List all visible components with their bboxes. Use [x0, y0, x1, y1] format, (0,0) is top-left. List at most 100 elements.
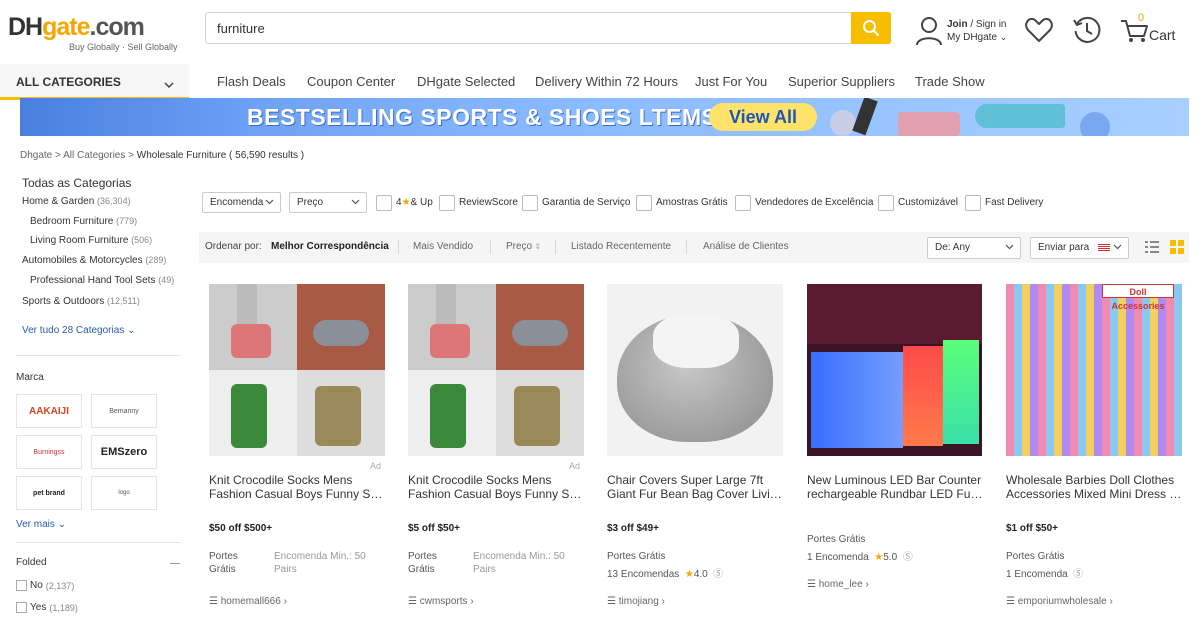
nav-just-for-you[interactable]: Just For You: [695, 74, 767, 89]
shipping-info: Portes Grátis: [209, 550, 238, 576]
category-home-garden[interactable]: Home & Garden (36,304): [22, 196, 131, 207]
sort-reviews[interactable]: Análise de Clientes: [703, 241, 789, 252]
store-link[interactable]: ☰ cwmsports ›: [408, 596, 474, 607]
see-all-label: Ver tudo 28 Categorias: [22, 325, 125, 336]
product-image[interactable]: [209, 284, 385, 456]
shipping-info: Portes Grátis: [1006, 551, 1065, 562]
fast-delivery-checkbox[interactable]: [965, 195, 981, 211]
nav-coupon-center[interactable]: Coupon Center: [307, 74, 395, 89]
sort-best-match[interactable]: Melhor Correspondência: [271, 241, 389, 252]
dhgate-logo[interactable]: DHgate.com Buy Globally · Sell Globally: [8, 14, 178, 60]
preco-select[interactable]: Preço: [289, 192, 367, 213]
chevron-down-icon: [164, 76, 174, 94]
option-count: (1,189): [49, 602, 78, 613]
garantia-checkbox[interactable]: [522, 195, 538, 211]
customizavel-label: Customizável: [898, 197, 959, 208]
list-view-icon[interactable]: [1145, 240, 1159, 259]
checkbox[interactable]: [16, 602, 27, 613]
sort-price[interactable]: Preço ⇕: [506, 241, 541, 252]
folded-option-yes[interactable]: Yes (1,189): [16, 602, 78, 613]
brand-logo-5[interactable]: pet brand: [16, 476, 82, 510]
title-line: Knit Crocodile Socks Mens: [209, 473, 353, 487]
history-button[interactable]: [1072, 15, 1104, 47]
product-title[interactable]: Chair Covers Super Large 7ft Giant Fur Be…: [607, 473, 783, 501]
nav-delivery-72h[interactable]: Delivery Within 72 Hours: [535, 74, 678, 89]
cart-icon: [1121, 20, 1148, 42]
search-input[interactable]: [206, 13, 852, 43]
cart-button[interactable]: 0 Cart: [1120, 12, 1200, 48]
collapse-icon[interactable]: [170, 563, 180, 564]
product-image[interactable]: [408, 284, 584, 456]
view-all-button[interactable]: View All: [709, 103, 817, 131]
see-more-brands-link[interactable]: Ver mais ⌄: [16, 519, 66, 530]
guarantee-icon: Ⓢ: [713, 569, 724, 580]
product-title[interactable]: Wholesale Barbies Doll Clothes Accessorie…: [1006, 473, 1182, 501]
reviewscore-checkbox[interactable]: [439, 195, 455, 211]
customizavel-checkbox[interactable]: [878, 195, 894, 211]
product-title[interactable]: New Luminous LED Bar Counter rechargeable…: [807, 473, 983, 501]
brand-logo-emszero[interactable]: EMSzero: [91, 435, 157, 469]
category-label: Professional Hand Tool Sets: [30, 275, 156, 286]
breadcrumb-all-categories[interactable]: All Categories: [63, 150, 125, 161]
search-button[interactable]: [851, 12, 891, 44]
product-image[interactable]: [607, 284, 783, 456]
product-image[interactable]: Doll Accessories: [1006, 284, 1182, 456]
category-label: Living Room Furniture: [30, 235, 129, 246]
brand-logo-6[interactable]: logo: [91, 476, 157, 510]
store-link[interactable]: ☰ emporiumwholesale ›: [1006, 596, 1113, 607]
brand-logo-2[interactable]: Bemanny: [91, 394, 157, 428]
led-bar-green: [943, 340, 979, 444]
store-link[interactable]: ☰ homemall666 ›: [209, 596, 287, 607]
checkbox[interactable]: [16, 580, 27, 591]
category-count: (49): [158, 275, 175, 285]
encomenda-select[interactable]: Encomenda: [202, 192, 281, 213]
nav-dhgate-selected[interactable]: DHgate Selected: [417, 74, 515, 89]
promo-banner[interactable]: BESTSELLING SPORTS & SHOES LTEMS View Al…: [20, 98, 1189, 136]
product-title[interactable]: Knit Crocodile Socks Mens Fashion Casual …: [408, 473, 584, 501]
grid-view-icon[interactable]: [1170, 240, 1184, 259]
category-living-room-furniture[interactable]: Living Room Furniture (506): [30, 235, 152, 246]
sort-recent[interactable]: Listado Recentemente: [571, 241, 671, 252]
see-all-categories-link[interactable]: Ver tudo 28 Categorias ⌄: [22, 325, 135, 336]
ship-to-select[interactable]: Enviar para: [1030, 237, 1129, 259]
product-image[interactable]: [807, 284, 982, 456]
sign-in-link[interactable]: / Sign in: [968, 19, 1006, 30]
category-hand-tool-sets[interactable]: Professional Hand Tool Sets (49): [30, 275, 174, 286]
store-icon: ☰: [1006, 596, 1018, 607]
store-name: timojiang: [618, 596, 659, 607]
ship-to-label: Enviar para: [1038, 242, 1090, 253]
store-link[interactable]: ☰ home_lee ›: [807, 579, 869, 590]
min-line: Pairs: [274, 564, 297, 575]
guarantee-icon: Ⓢ: [902, 552, 913, 563]
brand-logo-burningss[interactable]: Burningss: [16, 435, 82, 469]
banner-bg-left: [20, 98, 250, 136]
de-select[interactable]: De: Any: [927, 237, 1021, 259]
category-count: (36,304): [97, 196, 131, 206]
amostras-checkbox[interactable]: [636, 195, 652, 211]
breadcrumb-current: Wholesale Furniture: [136, 150, 227, 161]
stars-checkbox[interactable]: [376, 195, 392, 211]
nav-trade-show[interactable]: Trade Show: [915, 74, 985, 89]
category-count: (289): [145, 255, 167, 265]
vendedores-checkbox[interactable]: [735, 195, 751, 211]
sort-best-selling[interactable]: Mais Vendido: [413, 241, 473, 252]
nav-flash-deals[interactable]: Flash Deals: [217, 74, 286, 89]
orders-count: 1 Encomenda: [1006, 569, 1068, 580]
category-bedroom-furniture[interactable]: Bedroom Furniture (779): [30, 216, 137, 227]
product-title[interactable]: Knit Crocodile Socks Mens Fashion Casual …: [209, 473, 385, 501]
brand-logo-aakaiji[interactable]: AAKAIJI: [16, 394, 82, 428]
wishlist-button[interactable]: [1024, 16, 1056, 48]
category-sports-outdoors[interactable]: Sports & Outdoors (12,511): [22, 296, 140, 307]
all-categories-menu[interactable]: ALL CATEGORIES: [0, 64, 189, 100]
see-more-label: Ver mais: [16, 519, 55, 530]
account-menu[interactable]: Join / Sign in My DHgate ⌄: [915, 16, 1015, 48]
join-link[interactable]: Join: [947, 19, 968, 30]
min-line: Encomenda Min.: 50: [274, 551, 366, 562]
store-link[interactable]: ☰ timojiang ›: [607, 596, 665, 607]
category-automobiles[interactable]: Automobiles & Motorcycles (289): [22, 255, 166, 266]
reviewscore-label: ReviewScore: [459, 197, 518, 208]
folded-option-no[interactable]: No (2,137): [16, 580, 74, 591]
order-stats: 1 Encomenda ★5.0 Ⓢ: [807, 551, 913, 564]
nav-superior-suppliers[interactable]: Superior Suppliers: [788, 74, 895, 89]
breadcrumb-home[interactable]: Dhgate: [20, 150, 52, 161]
